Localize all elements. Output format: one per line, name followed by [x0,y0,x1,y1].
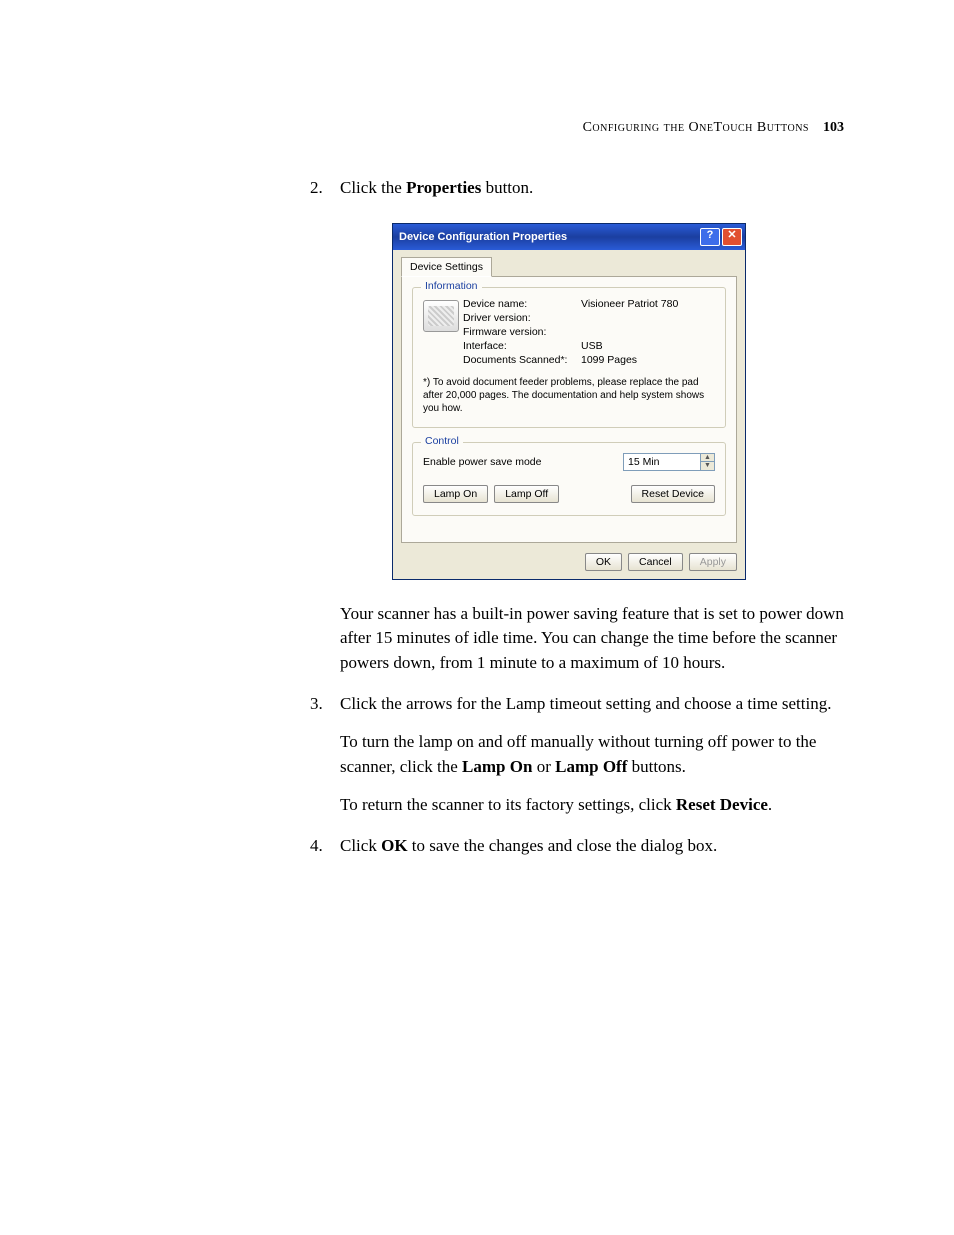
value-device-name: Visioneer Patriot 780 [581,298,678,310]
step-number: 3. [310,692,340,717]
reset-paragraph: To return the scanner to its factory set… [340,793,844,818]
page-number: 103 [823,120,844,135]
power-save-explanation: Your scanner has a built-in power saving… [340,602,844,676]
label-firmware-version: Firmware version: [463,326,581,338]
step-number: 4. [310,834,340,859]
value-documents-scanned: 1099 Pages [581,354,678,366]
pad-replace-note: *) To avoid document feeder problems, pl… [423,376,715,415]
ok-button[interactable]: OK [585,553,622,571]
value-firmware-version [581,326,678,338]
step-3: 3. Click the arrows for the Lamp timeout… [310,692,844,717]
lamp-off-button[interactable]: Lamp Off [494,485,559,503]
information-legend: Information [421,280,482,292]
spinner-down-icon[interactable]: ▼ [701,462,714,470]
cancel-button[interactable]: Cancel [628,553,683,571]
dialog-titlebar: Device Configuration Properties ? ✕ [393,224,745,250]
power-save-value: 15 Min [624,454,700,470]
step-2: 2. Click the Properties button. [310,176,844,201]
label-documents-scanned: Documents Scanned*: [463,354,581,366]
step-text: Click OK to save the changes and close t… [340,834,844,859]
reset-device-button[interactable]: Reset Device [631,485,715,503]
step-4: 4. Click OK to save the changes and clos… [310,834,844,859]
label-device-name: Device name: [463,298,581,310]
value-driver-version [581,312,678,324]
control-legend: Control [421,435,463,447]
power-save-label: Enable power save mode [423,456,542,468]
step-text: Click the Properties button. [340,176,844,201]
close-button[interactable]: ✕ [722,228,742,246]
value-interface: USB [581,340,678,352]
information-group: Information Device name: Visioneer Patri… [412,287,726,428]
info-table: Device name: Visioneer Patriot 780 Drive… [463,298,678,366]
spinner-up-icon[interactable]: ▲ [701,454,714,463]
step-text: Click the arrows for the Lamp timeout se… [340,692,844,717]
label-driver-version: Driver version: [463,312,581,324]
help-button[interactable]: ? [700,228,720,246]
tab-panel: Information Device name: Visioneer Patri… [401,276,737,543]
lamp-on-button[interactable]: Lamp On [423,485,488,503]
lamp-paragraph: To turn the lamp on and off manually wit… [340,730,844,779]
device-config-dialog: Device Configuration Properties ? ✕ Devi… [392,223,746,580]
power-save-spinner[interactable]: 15 Min ▲ ▼ [623,453,715,471]
control-group: Control Enable power save mode 15 Min ▲ … [412,442,726,516]
tab-device-settings[interactable]: Device Settings [401,257,492,277]
running-title: Configuring the OneTouch Buttons [583,120,809,135]
dialog-title: Device Configuration Properties [399,231,567,243]
running-header: Configuring the OneTouch Buttons 103 [110,120,844,136]
step-number: 2. [310,176,340,201]
label-interface: Interface: [463,340,581,352]
scanner-icon [423,300,459,332]
apply-button[interactable]: Apply [689,553,737,571]
